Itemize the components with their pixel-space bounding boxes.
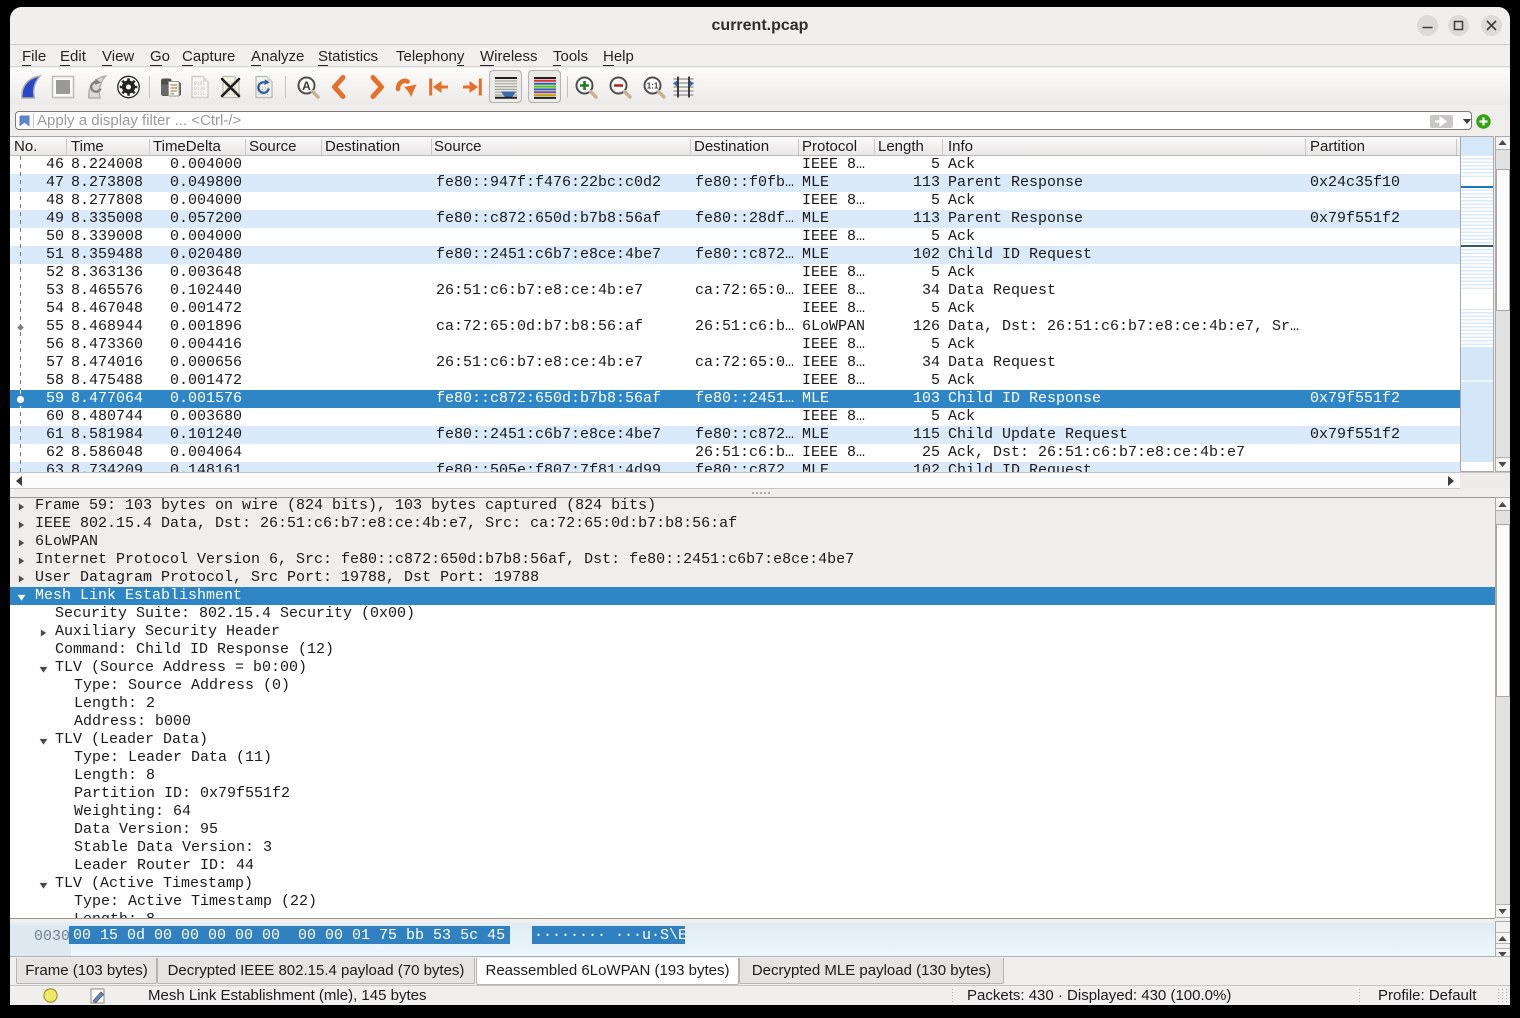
svg-text:1:1: 1:1	[646, 81, 658, 90]
svg-text:0111: 0111	[194, 91, 205, 97]
svg-text:A: A	[302, 79, 311, 93]
